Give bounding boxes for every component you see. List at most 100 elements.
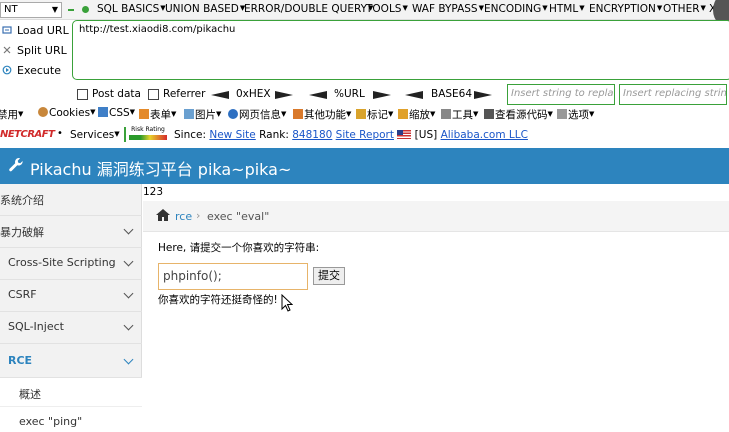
- sidebar-item-xss[interactable]: Cross-Site Scripting: [0, 248, 142, 280]
- toolbar-label: 选项: [568, 109, 589, 121]
- rank-link[interactable]: 848180: [292, 129, 332, 141]
- toolbar-disable[interactable]: 禁用▼: [0, 107, 23, 122]
- netcraft-logo: NETCRAFT: [0, 129, 55, 140]
- minus-icon[interactable]: [68, 9, 74, 11]
- split-url-button[interactable]: Split URL: [0, 41, 70, 61]
- output-text: 123: [143, 186, 164, 198]
- toolbar-resize[interactable]: 缩放▼: [398, 107, 435, 122]
- menu-waf-bypass[interactable]: WAF BYPASS▼: [412, 3, 484, 15]
- toolbar-label: 其他功能: [304, 109, 346, 121]
- input-value: phpinfo();: [163, 269, 222, 283]
- since-link[interactable]: New Site: [209, 129, 255, 141]
- toolbar-label: 标记: [367, 109, 388, 121]
- host-link[interactable]: Alibaba.com LLC: [441, 129, 528, 141]
- insert-placeholder: Insert string to replace: [511, 88, 615, 99]
- menu-label: HTML: [549, 3, 579, 15]
- chevron-down-icon: ▼: [51, 5, 58, 14]
- post-data-checkbox[interactable]: [77, 89, 88, 100]
- referrer-label: Referrer: [163, 88, 206, 100]
- menu-html[interactable]: HTML▼: [549, 3, 585, 15]
- form-icon: [139, 109, 149, 119]
- toolbar-tools[interactable]: 工具▼: [441, 107, 478, 122]
- risk-meter: [129, 135, 167, 140]
- pencil-icon: [356, 109, 366, 119]
- sidebar-item-sqli[interactable]: SQL-Inject: [0, 312, 142, 344]
- netcraft-dot: •: [57, 128, 63, 139]
- toolbar-page-info[interactable]: 网页信息▼: [228, 107, 286, 122]
- country-label: [US]: [414, 129, 438, 141]
- load-url-icon: [2, 26, 12, 34]
- referrer-checkbox[interactable]: [148, 89, 159, 100]
- wrench-icon: [9, 158, 23, 172]
- load-url-button[interactable]: Load URL: [0, 21, 70, 41]
- sidebar-sublabel: 概述: [19, 388, 41, 401]
- resize-icon: [398, 109, 408, 119]
- services-menu[interactable]: Services▼: [70, 129, 120, 141]
- hex-label: 0xHEX: [236, 88, 271, 100]
- toolbar-options[interactable]: 选项▼: [557, 107, 594, 122]
- hex-decode-arrow-icon[interactable]: [211, 91, 229, 99]
- url-encode-arrow-icon[interactable]: [373, 91, 391, 99]
- sidebar-item-rce[interactable]: RCE: [0, 344, 142, 378]
- menu-other[interactable]: OTHER▼: [663, 3, 706, 15]
- toolbar-cookies[interactable]: Cookies▼: [38, 107, 96, 119]
- base64-encode-arrow-icon[interactable]: [474, 91, 492, 99]
- sidebar-subitem-exec-ping[interactable]: exec "ping": [0, 407, 142, 432]
- chevron-down-icon: [123, 256, 134, 267]
- toolbar-images[interactable]: 图片▼: [184, 107, 221, 122]
- menu-tools[interactable]: TOOLS▼: [366, 3, 408, 15]
- hackbar-select[interactable]: NT ▼: [0, 2, 62, 18]
- site-report-link[interactable]: Site Report: [336, 129, 394, 141]
- hex-encode-arrow-icon[interactable]: [275, 91, 293, 99]
- split-url-label: Split URL: [17, 44, 67, 57]
- base64-decode-arrow-icon[interactable]: [405, 91, 423, 99]
- url-textarea[interactable]: http://test.xiaodi8.com/pikachu: [72, 20, 729, 80]
- site-title[interactable]: Pikachu 漏洞练习平台 pika~pika~: [30, 156, 291, 180]
- menu-label: UNION BASED: [165, 3, 239, 15]
- menu-union-based[interactable]: UNION BASED▼: [165, 3, 245, 15]
- sidebar-subitem-overview[interactable]: 概述: [0, 378, 142, 407]
- toolbar-forms[interactable]: 表单▼: [139, 107, 176, 122]
- chevron-down-icon: [123, 224, 134, 235]
- home-icon[interactable]: [156, 209, 170, 221]
- hackbar-select-value: NT: [4, 4, 18, 15]
- toolbar-outline[interactable]: 标记▼: [356, 107, 393, 122]
- sidebar-item-csrf[interactable]: CSRF: [0, 280, 142, 312]
- sidebar-label: 暴力破解: [0, 226, 44, 239]
- menu-encryption[interactable]: ENCRYPTION▼: [589, 3, 662, 15]
- menu-label: SQL BASICS: [97, 3, 160, 15]
- replacing-placeholder: Insert replacing string: [623, 88, 727, 99]
- toolbar-css[interactable]: CSS▼: [98, 107, 135, 119]
- menu-label: ENCRYPTION: [589, 3, 656, 15]
- menu-encoding[interactable]: ENCODING▼: [484, 3, 548, 15]
- sidebar-label: SQL-Inject: [8, 320, 64, 333]
- css-icon: [98, 107, 108, 117]
- replacing-string-input[interactable]: Insert replacing string: [619, 84, 727, 105]
- browser-window: NT ▼ SQL BASICS▼ UNION BASED▼ ERROR/DOUBL…: [0, 0, 729, 432]
- divider: [124, 127, 126, 142]
- breadcrumb-link-rce[interactable]: rce: [175, 210, 192, 223]
- toolbar-misc[interactable]: 其他功能▼: [293, 107, 351, 122]
- insert-string-input[interactable]: Insert string to replace: [507, 84, 615, 105]
- toolbar-view-source[interactable]: 查看源代码▼: [484, 107, 553, 122]
- prompt-text: Here, 请提交一个你喜欢的字符串:: [158, 242, 320, 254]
- status-dot-icon: [82, 6, 89, 13]
- url-decode-arrow-icon[interactable]: [309, 91, 327, 99]
- execute-label: Execute: [17, 64, 61, 77]
- sidebar-label: CSRF: [8, 288, 37, 301]
- sidebar-item-brute-force[interactable]: 暴力破解: [0, 216, 142, 248]
- menu-sql-basics[interactable]: SQL BASICS▼: [97, 3, 166, 15]
- base64-label: BASE64: [431, 88, 473, 100]
- sidebar-item-intro[interactable]: 系统介绍: [0, 184, 142, 216]
- string-input[interactable]: phpinfo();: [158, 263, 308, 290]
- mouse-cursor-icon: [281, 294, 293, 312]
- us-flag-icon: [397, 130, 412, 139]
- execute-button[interactable]: Execute: [0, 61, 70, 81]
- toolbar-label: 表单: [150, 109, 171, 121]
- menu-label: TOOLS: [366, 3, 402, 15]
- menu-error-double-query[interactable]: ERROR/DOUBLE QUERY▼: [244, 3, 373, 15]
- toolbar-label: 缩放: [409, 109, 430, 121]
- chevron-down-icon: [123, 288, 134, 299]
- menu-label: WAF BYPASS: [412, 3, 478, 15]
- submit-button[interactable]: 提交: [313, 267, 345, 285]
